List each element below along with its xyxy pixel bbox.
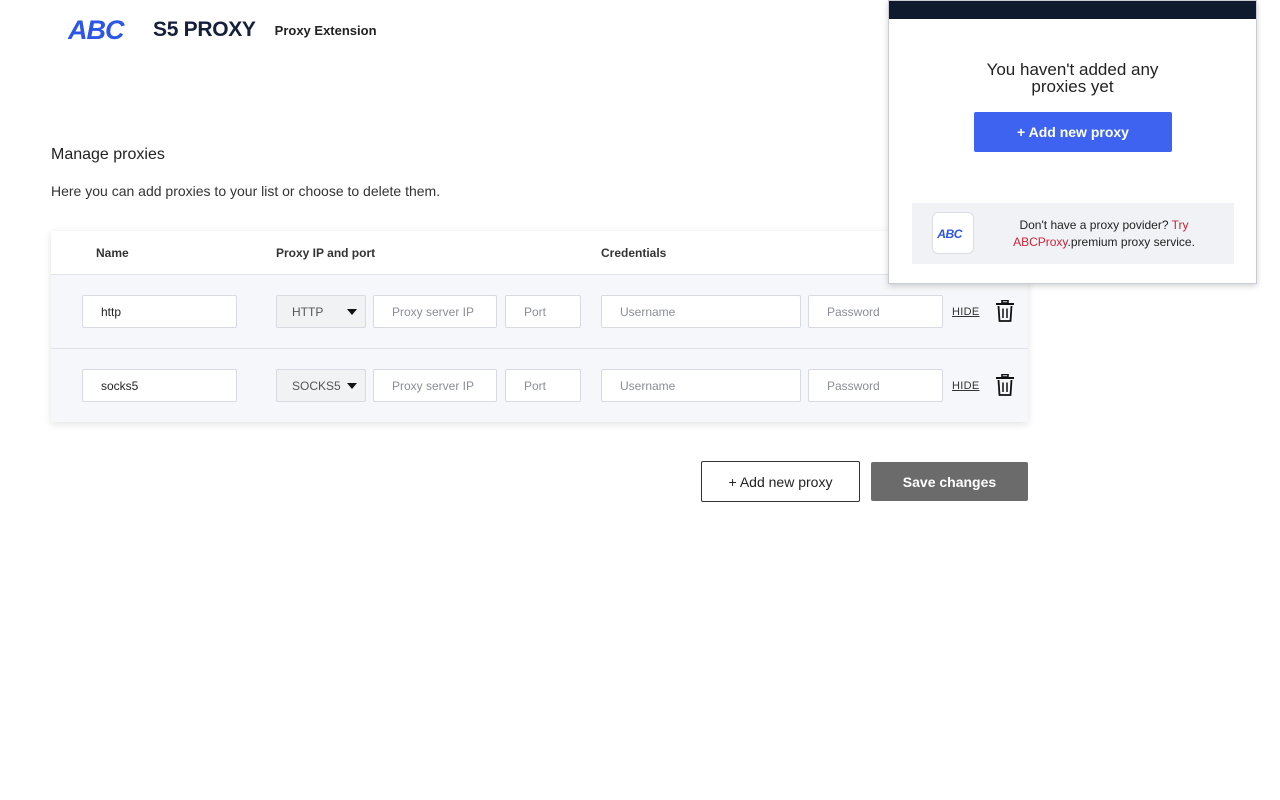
caret-down-icon <box>347 383 357 389</box>
proxy-port-input[interactable] <box>505 369 581 402</box>
password-input[interactable] <box>808 369 943 402</box>
promo-prefix: Don't have a proxy povider? <box>1019 218 1172 232</box>
extension-popup: You haven't added any proxies yet + Add … <box>888 0 1257 284</box>
abc-logo-icon: ABC <box>68 16 126 44</box>
page-description: Here you can add proxies to your list or… <box>51 183 441 199</box>
protocol-select[interactable]: HTTP <box>276 295 366 328</box>
page-title: Manage proxies <box>51 146 165 163</box>
protocol-value: SOCKS5 <box>292 378 341 393</box>
promo-text: Don't have a proxy povider? Try ABCProxy… <box>994 217 1214 251</box>
column-header-credentials: Credentials <box>601 246 667 260</box>
product-subtitle: Proxy Extension <box>274 22 377 38</box>
empty-state-text: You haven't added any proxies yet <box>986 60 1159 96</box>
hide-password-link[interactable]: HIDE <box>952 380 979 392</box>
column-header-name: Name <box>96 246 129 260</box>
trash-icon[interactable] <box>995 300 1015 322</box>
svg-text:ABC: ABC <box>937 227 963 240</box>
table-row: SOCKS5 HIDE <box>51 349 1028 423</box>
promo-suffix: .premium proxy service. <box>1067 235 1195 249</box>
proxy-name-input[interactable] <box>82 369 237 402</box>
logo-text: ABC <box>68 16 125 44</box>
proxy-ip-input[interactable] <box>373 295 497 328</box>
caret-down-icon <box>347 309 357 315</box>
table-row: HTTP HIDE <box>51 275 1028 349</box>
protocol-value: HTTP <box>292 304 324 319</box>
promo-banner: ABC Don't have a proxy povider? Try ABCP… <box>912 203 1234 264</box>
empty-state-message: You haven't added any proxies yet <box>889 61 1256 95</box>
add-proxy-button[interactable]: + Add new proxy <box>701 461 860 502</box>
abc-logo-icon: ABC <box>932 212 974 254</box>
hide-password-link[interactable]: HIDE <box>952 306 979 318</box>
password-input[interactable] <box>808 295 943 328</box>
header: ABC S5 PROXY Proxy Extension <box>68 14 377 46</box>
brand-name: S5 PROXY <box>153 18 256 41</box>
proxy-name-input[interactable] <box>82 295 237 328</box>
table-header: Name Proxy IP and port Credentials <box>51 231 1028 275</box>
popup-add-proxy-button[interactable]: + Add new proxy <box>974 112 1172 152</box>
proxy-port-input[interactable] <box>505 295 581 328</box>
proxy-table: Name Proxy IP and port Credentials HTTP … <box>51 231 1028 422</box>
popup-top-bar <box>889 1 1256 19</box>
save-changes-button[interactable]: Save changes <box>871 462 1028 501</box>
trash-icon[interactable] <box>995 374 1015 396</box>
column-header-ip-port: Proxy IP and port <box>276 246 376 260</box>
logo-mark: ABC <box>937 227 963 240</box>
username-input[interactable] <box>601 369 801 402</box>
proxy-ip-input[interactable] <box>373 369 497 402</box>
username-input[interactable] <box>601 295 801 328</box>
protocol-select[interactable]: SOCKS5 <box>276 369 366 402</box>
